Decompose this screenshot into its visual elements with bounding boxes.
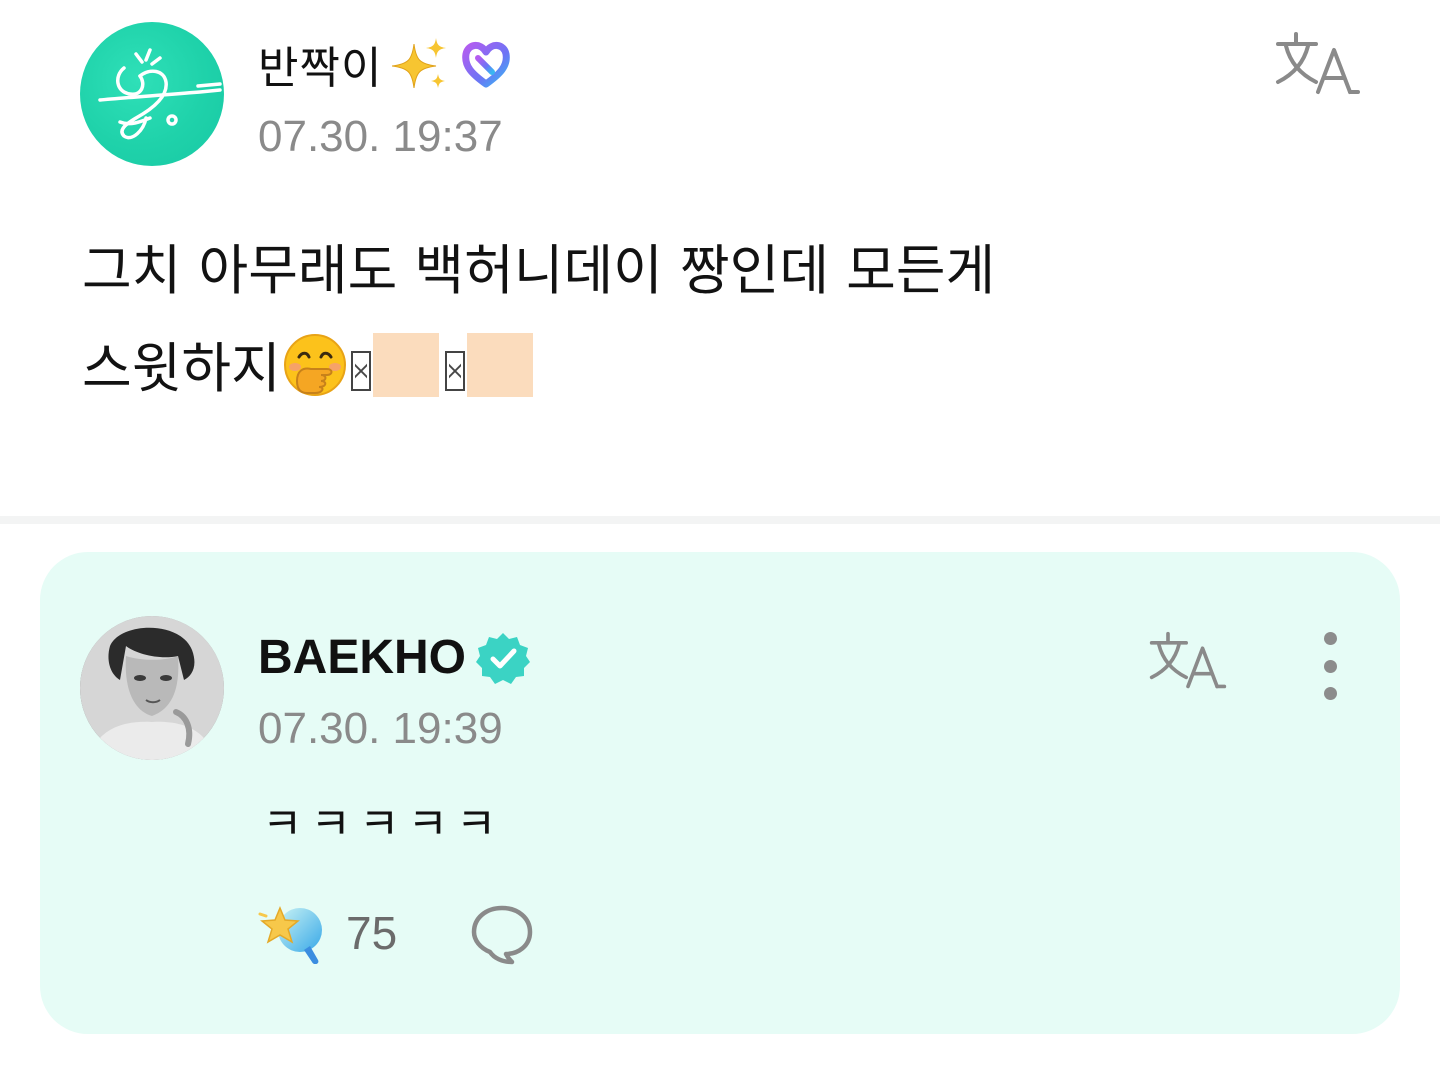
fan-username-text: 반짝이 xyxy=(258,43,383,94)
fan-post: 반짝이 07.30. 19:37 그치 아무래도 백허니데이 짱인데 모든게 스… xyxy=(0,0,1440,516)
missing-glyph-box xyxy=(444,351,465,391)
skin-tone-swatch xyxy=(372,333,439,397)
more-dot xyxy=(1323,632,1337,645)
more-dot xyxy=(1323,687,1337,700)
fan-post-line-2-text: 스윗하지 xyxy=(82,337,281,400)
fan-post-line-2: 스윗하지 xyxy=(82,320,1182,418)
more-vertical-icon[interactable] xyxy=(1312,632,1348,700)
more-dot xyxy=(1323,659,1337,673)
artist-avatar[interactable] xyxy=(80,616,224,760)
fan-username: 반짝이 xyxy=(258,32,514,96)
skin-tone-swatch xyxy=(466,333,533,397)
translate-icon[interactable] xyxy=(1274,30,1362,98)
membership-heart-icon xyxy=(462,42,511,88)
fan-avatar-logo-icon xyxy=(98,48,222,140)
sparkles-icon xyxy=(392,38,447,89)
translate-icon[interactable] xyxy=(1148,628,1228,694)
artist-portrait-icon xyxy=(80,616,224,760)
artist-reply-timestamp: 07.30. 19:39 xyxy=(258,704,503,753)
verified-badge-icon xyxy=(476,632,531,684)
like-count: 75 xyxy=(346,907,398,959)
hand-over-mouth-emoji-icon xyxy=(283,334,346,396)
comment-bubble-icon[interactable] xyxy=(470,902,534,966)
artist-username-text: BAEKHO xyxy=(258,631,467,684)
star-wand-icon[interactable] xyxy=(258,900,330,964)
fan-post-timestamp: 07.30. 19:37 xyxy=(258,112,503,161)
fan-avatar[interactable] xyxy=(80,22,224,166)
fan-post-line-1: 그치 아무래도 백허니데이 짱인데 모든게 xyxy=(82,239,996,302)
fan-post-body: 그치 아무래도 백허니데이 짱인데 모든게 스윗하지 xyxy=(82,222,1182,418)
artist-reply-text: ㅋㅋㅋㅋㅋ xyxy=(262,799,505,850)
artist-reply-card: BAEKHO 07.30. 19:39 ㅋㅋㅋㅋㅋ 75 xyxy=(40,552,1400,1034)
missing-glyph-box xyxy=(350,351,371,391)
section-divider xyxy=(0,516,1440,524)
artist-username: BAEKHO xyxy=(258,630,531,685)
